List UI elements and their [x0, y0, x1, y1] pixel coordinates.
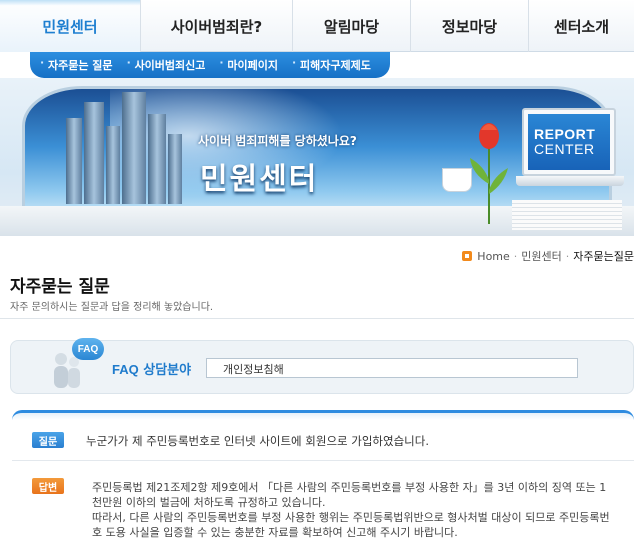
cup-image [442, 168, 472, 192]
breadcrumb-section[interactable]: 민원센터 [521, 248, 561, 264]
page-title: 자주묻는 질문 [10, 277, 110, 297]
breadcrumb-separator: · [513, 249, 518, 263]
sub-navigation: 자주묻는 질문 사이버범죄신고 마이페이지 피해자구제제도 [30, 52, 390, 78]
qa-divider [12, 460, 634, 461]
answer-paragraph: 따라서, 다른 사람의 주민등록번호를 부정 사용한 행위는 주민등록법위반으로… [92, 511, 610, 539]
qa-top-bar [12, 410, 634, 420]
subnav-item-victim-relief[interactable]: 피해자구제제도 [292, 56, 371, 73]
hero-banner: 사이버 범죄피해를 당하셨나요? 민원센터 REPORT CENTER [0, 78, 634, 236]
tulip-icon [470, 123, 508, 224]
tab-cybercrime[interactable]: 사이버범죄란? [140, 0, 292, 52]
building-image [106, 126, 120, 204]
subnav-item-mypage[interactable]: 마이페이지 [219, 56, 278, 73]
breadcrumb-home[interactable]: Home [477, 250, 509, 263]
banner-tagline: 사이버 범죄피해를 당하셨나요? [198, 134, 357, 148]
faq-category-label: FAQ 상담분야 [112, 359, 191, 378]
subnav-item-report[interactable]: 사이버범죄신고 [127, 56, 206, 73]
question-text: 누군가가 제 주민등록번호로 인터넷 사이트에 회원으로 가입하였습니다. [86, 434, 429, 448]
tab-civil-center[interactable]: 민원센터 [0, 0, 140, 52]
building-image [66, 118, 82, 204]
faq-bubble-icon: FAQ [72, 338, 104, 360]
answer-badge: 답변 [32, 478, 64, 494]
home-icon [462, 251, 473, 261]
breadcrumb: Home · 민원센터 · 자주묻는질문 [462, 248, 634, 264]
subnav-item-faq[interactable]: 자주묻는 질문 [40, 56, 113, 73]
monitor-base [516, 176, 624, 186]
breadcrumb-current: 자주묻는질문 [573, 250, 634, 263]
question-badge: 질문 [32, 432, 64, 448]
faq-label-en: FAQ [112, 362, 139, 377]
page-description: 자주 문의하시는 질문과 답을 정리해 놓았습니다. [10, 302, 214, 313]
building-image [168, 134, 182, 204]
faq-label-ko: 상담분야 [143, 363, 192, 378]
answer-paragraph: 주민등록법 제21조제2항 제9호에서 「다른 사람의 주민등록번호를 부정 사… [92, 481, 607, 509]
paper-stack-image [512, 200, 622, 230]
monitor-line-report: REPORT [534, 126, 596, 142]
building-image [84, 102, 104, 204]
tab-about[interactable]: 센터소개 [528, 0, 634, 52]
building-image [122, 92, 146, 204]
building-image [148, 114, 166, 204]
banner-title: 민원센터 [200, 162, 319, 197]
top-navigation: 민원센터 사이버범죄란? 알림마당 정보마당 센터소개 [0, 0, 634, 52]
faq-category-select[interactable]: 개인정보침해 [206, 358, 578, 378]
report-center-monitor: REPORT CENTER [522, 108, 616, 176]
breadcrumb-separator: · [565, 249, 570, 263]
heading-divider [0, 318, 634, 319]
tab-notices[interactable]: 알림마당 [292, 0, 410, 52]
tab-information[interactable]: 정보마당 [410, 0, 528, 52]
answer-text: 주민등록법 제21조제2항 제9호에서 「다른 사람의 주민등록번호를 부정 사… [92, 480, 612, 540]
monitor-line-center: CENTER [534, 141, 595, 157]
